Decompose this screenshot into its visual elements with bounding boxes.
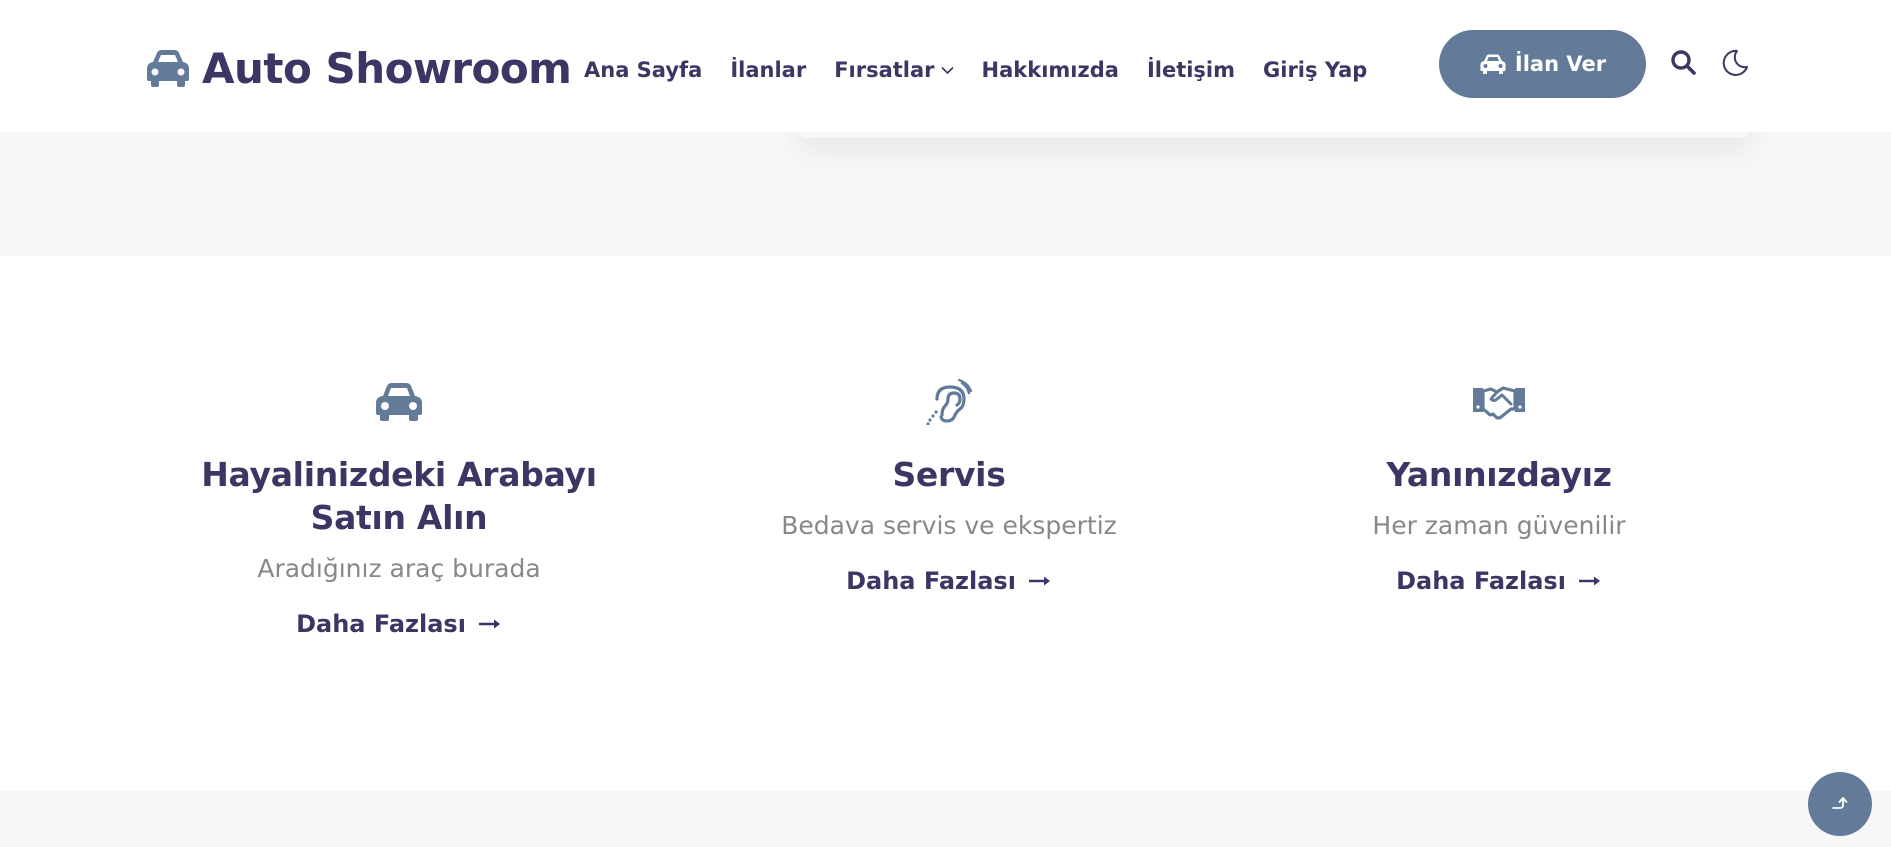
hero-bottom-band — [0, 108, 1891, 256]
car-icon — [147, 50, 189, 87]
car-icon — [376, 383, 422, 421]
feature-title: Yanınızdayız — [1386, 455, 1612, 494]
logo-text: Auto Showroom — [202, 43, 572, 93]
daha-fazlasi-link[interactable]: Daha Fazlası — [296, 610, 502, 638]
arrow-right-icon — [1028, 576, 1050, 586]
feature-text: Aradığınız araç burada — [257, 554, 541, 583]
feature-card-support: Yanınızdayız Her zaman güvenilir Daha Fa… — [1264, 379, 1734, 595]
moon-icon — [1722, 49, 1748, 76]
nav-item-ilanlar[interactable]: İlanlar — [730, 58, 806, 82]
arrow-right-icon — [1578, 576, 1600, 586]
handshake-icon — [1473, 386, 1525, 420]
search-button[interactable] — [1670, 49, 1696, 77]
ear-icon — [926, 379, 972, 425]
nav-item-iletisim[interactable]: İletişim — [1147, 58, 1235, 82]
arrow-right-icon — [478, 619, 500, 629]
ilan-ver-button[interactable]: İlan Ver — [1439, 30, 1646, 98]
feature-text: Her zaman güvenilir — [1372, 511, 1626, 540]
logo[interactable]: Auto Showroom — [144, 43, 572, 93]
car-icon — [1480, 54, 1506, 74]
theme-toggle-button[interactable] — [1720, 48, 1750, 78]
nav-item-hakkimizda[interactable]: Hakkımızda — [982, 58, 1119, 82]
nav-item-firsatlar-label: Fırsatlar — [834, 58, 935, 82]
ilan-ver-label: İlan Ver — [1514, 52, 1607, 76]
nav-item-firsatlar[interactable]: Fırsatlar — [834, 58, 954, 82]
site-header: Auto Showroom Ana Sayfa İlanlar Fırsatla… — [0, 0, 1891, 132]
scroll-to-top-button[interactable] — [1808, 772, 1872, 836]
daha-fazlasi-label: Daha Fazlası — [296, 610, 466, 638]
next-section-band — [0, 791, 1891, 847]
daha-fazlasi-label: Daha Fazlası — [1396, 567, 1566, 595]
feature-card-buy-car: Hayalinizdeki Arabayı Satın Alın Aradığı… — [164, 379, 634, 638]
daha-fazlasi-label: Daha Fazlası — [846, 567, 1016, 595]
nav-item-ana-sayfa[interactable]: Ana Sayfa — [584, 58, 702, 82]
daha-fazlasi-link[interactable]: Daha Fazlası — [846, 567, 1052, 595]
daha-fazlasi-link[interactable]: Daha Fazlası — [1396, 567, 1602, 595]
feature-title: Servis — [892, 455, 1006, 494]
feature-card-service: Servis Bedava servis ve ekspertiz Daha F… — [714, 379, 1184, 595]
search-icon — [1671, 50, 1696, 75]
nav-item-giris-yap[interactable]: Giriş Yap — [1263, 58, 1367, 82]
feature-text: Bedava servis ve ekspertiz — [781, 511, 1117, 540]
chevron-down-icon — [940, 66, 954, 74]
main-nav: Ana Sayfa İlanlar Fırsatlar Hakkımızda İ… — [584, 54, 1367, 86]
arrow-up-icon — [1832, 797, 1848, 809]
feature-title: Hayalinizdeki Arabayı Satın Alın — [201, 455, 597, 537]
